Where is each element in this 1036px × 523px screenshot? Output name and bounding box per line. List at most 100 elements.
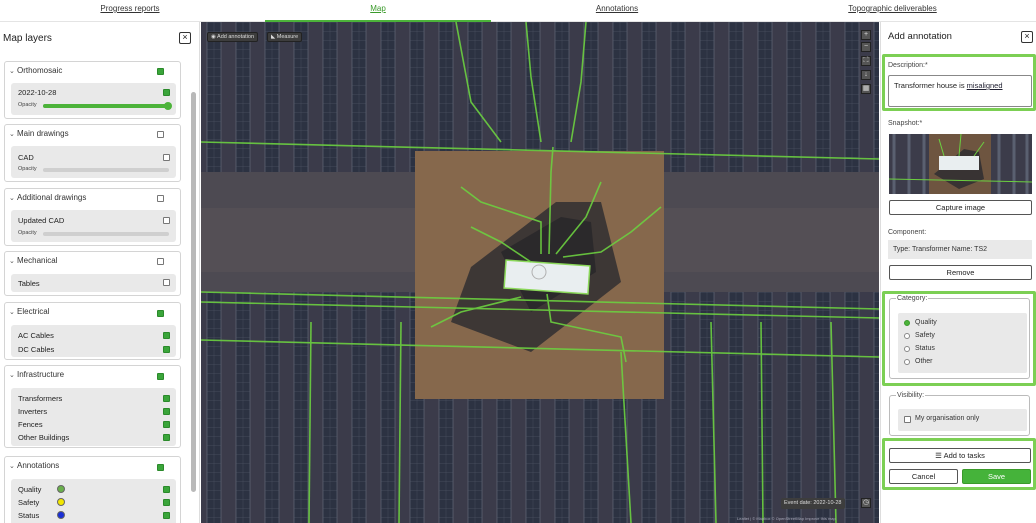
chevron-down-icon: ⌄ — [9, 131, 15, 138]
map-controls: + − ⛶ ↓ ▦ — [861, 30, 871, 96]
visibility-checkbox[interactable] — [904, 416, 911, 423]
quality-color-dot — [57, 485, 65, 493]
layer-item-checkbox[interactable] — [163, 486, 170, 493]
opacity-label: Opacity — [18, 102, 37, 108]
tab-topographic-deliverables[interactable]: Topographic deliverables — [820, 0, 965, 22]
visibility-fieldset: Visibility: My organisation only — [889, 392, 1030, 436]
layer-group-header[interactable]: ⌄ Annotations — [5, 457, 182, 475]
layer-group-checkbox[interactable] — [157, 310, 164, 317]
category-radio-status[interactable] — [904, 346, 910, 352]
layer-item-checkbox[interactable] — [163, 346, 170, 353]
layer-item-label: DC Cables — [18, 345, 55, 354]
category-radio-quality[interactable] — [904, 320, 910, 326]
layer-group-orthomosaic: ⌄ Orthomosaic 2022-10-28 Opacity — [4, 61, 181, 119]
layer-group-infrastructure: ⌄ Infrastructure Transformers Inverters … — [4, 365, 181, 448]
layer-group-additional-drawings: ⌄ Additional drawings Updated CAD Opacit… — [4, 188, 181, 246]
layer-item-label: CAD — [18, 153, 34, 162]
opacity-slider[interactable] — [43, 168, 169, 172]
close-icon: × — [182, 32, 188, 42]
status-color-dot — [57, 511, 65, 519]
chevron-down-icon: ⌄ — [9, 309, 15, 316]
layer-group-header[interactable]: ⌄ Orthomosaic — [5, 62, 182, 80]
map-attribution[interactable]: Leaflet | © Mapbox © OpenStreetMap Impro… — [737, 516, 836, 521]
tab-annotations[interactable]: Annotations — [552, 0, 682, 22]
grid-icon[interactable]: ▦ — [861, 84, 871, 94]
category-option-label: Other — [915, 358, 933, 365]
close-icon: × — [1024, 31, 1030, 41]
category-fieldset: Category: Quality Safety Status Other — [889, 295, 1030, 379]
layer-item-label: Quality — [18, 485, 42, 494]
layer-items: AC Cables DC Cables — [11, 325, 176, 357]
layer-group-checkbox[interactable] — [157, 464, 164, 471]
category-option-label: Safety — [915, 332, 935, 339]
layer-item-checkbox[interactable] — [163, 154, 170, 161]
layer-group-header[interactable]: ⌄ Mechanical — [5, 252, 182, 270]
layer-item-checkbox[interactable] — [163, 421, 170, 428]
opacity-slider[interactable] — [43, 102, 172, 110]
category-radio-other[interactable] — [904, 359, 910, 365]
tab-map[interactable]: Map — [265, 0, 491, 22]
close-annotation-button[interactable]: × — [1021, 31, 1033, 43]
download-icon[interactable]: ↓ — [861, 70, 871, 80]
chevron-down-icon: ⌄ — [9, 258, 15, 265]
save-button[interactable]: Save — [962, 469, 1031, 484]
aerial-imagery — [201, 22, 879, 523]
description-text: Transformer house is — [894, 81, 967, 90]
cancel-button[interactable]: Cancel — [889, 469, 958, 484]
layer-group-electrical: ⌄ Electrical AC Cables DC Cables — [4, 302, 181, 360]
category-option-label: Quality — [915, 319, 937, 326]
opacity-handle[interactable] — [164, 102, 172, 110]
visibility-options: My organisation only — [898, 409, 1027, 431]
layer-group-label: Infrastructure — [17, 370, 65, 379]
add-to-tasks-label: Add to tasks — [943, 451, 985, 460]
layer-group-header[interactable]: ⌄ Main drawings — [5, 125, 182, 143]
layer-item-checkbox[interactable] — [163, 434, 170, 441]
layer-item-label: Other Buildings — [18, 433, 70, 442]
close-layers-button[interactable]: × — [179, 32, 191, 44]
layer-group-checkbox[interactable] — [157, 195, 164, 202]
layer-group-header[interactable]: ⌄ Infrastructure — [5, 366, 182, 384]
description-textarea[interactable]: Transformer house is misaligned — [888, 75, 1032, 107]
component-label: Component: — [888, 229, 927, 236]
layer-group-checkbox[interactable] — [157, 68, 164, 75]
component-value: Type: Transformer Name: TS2 — [888, 240, 1032, 259]
layer-item-checkbox[interactable] — [163, 408, 170, 415]
layer-item-label: 2022-10-28 — [18, 88, 57, 97]
opacity-label: Opacity — [18, 166, 37, 172]
add-annotation-title: Add annotation — [888, 31, 952, 42]
fullscreen-icon[interactable]: ⛶ — [861, 56, 871, 66]
layer-item-checkbox[interactable] — [163, 279, 170, 286]
layer-group-header[interactable]: ⌄ Electrical — [5, 303, 182, 321]
chevron-down-icon: ⌄ — [9, 372, 15, 379]
layer-item-checkbox[interactable] — [163, 217, 170, 224]
tab-progress-reports[interactable]: Progress reports — [65, 0, 195, 22]
visibility-option-label: My organisation only — [915, 415, 980, 422]
layer-items: Transformers Inverters Fences Other Buil… — [11, 388, 176, 446]
layer-group-header[interactable]: ⌄ Additional drawings — [5, 189, 182, 207]
layer-group-checkbox[interactable] — [157, 258, 164, 265]
map-layers-title: Map layers — [3, 33, 52, 44]
layer-group-checkbox[interactable] — [157, 373, 164, 380]
measure-button[interactable]: ◣ Measure — [267, 32, 303, 42]
zoom-out-button[interactable]: − — [861, 42, 871, 52]
layer-item-checkbox[interactable] — [163, 512, 170, 519]
layer-item-checkbox[interactable] — [163, 395, 170, 402]
category-radio-safety[interactable] — [904, 333, 910, 339]
safety-color-dot — [57, 498, 65, 506]
map-layers-panel: Map layers × ⌄ Orthomosaic 2022-10-28 Op… — [0, 22, 200, 523]
visibility-label: Visibility: — [896, 392, 926, 399]
layer-item-checkbox[interactable] — [163, 332, 170, 339]
layer-item-checkbox[interactable] — [163, 499, 170, 506]
remove-component-button[interactable]: Remove — [889, 265, 1032, 280]
add-annotation-map-button[interactable]: ◉ Add annotation — [207, 32, 259, 42]
scrollbar[interactable] — [191, 92, 196, 492]
category-options: Quality Safety Status Other — [898, 313, 1027, 373]
add-to-tasks-button[interactable]: ☰ Add to tasks — [889, 448, 1031, 463]
map-view[interactable]: ◉ Add annotation ◣ Measure + − ⛶ ↓ ▦ Eve… — [201, 22, 879, 523]
capture-image-button[interactable]: Capture image — [889, 200, 1032, 215]
layer-group-checkbox[interactable] — [157, 131, 164, 138]
zoom-in-button[interactable]: + — [861, 30, 871, 40]
history-icon[interactable]: ◷ — [861, 498, 871, 508]
layer-item-checkbox[interactable] — [163, 89, 170, 96]
opacity-slider[interactable] — [43, 232, 169, 236]
